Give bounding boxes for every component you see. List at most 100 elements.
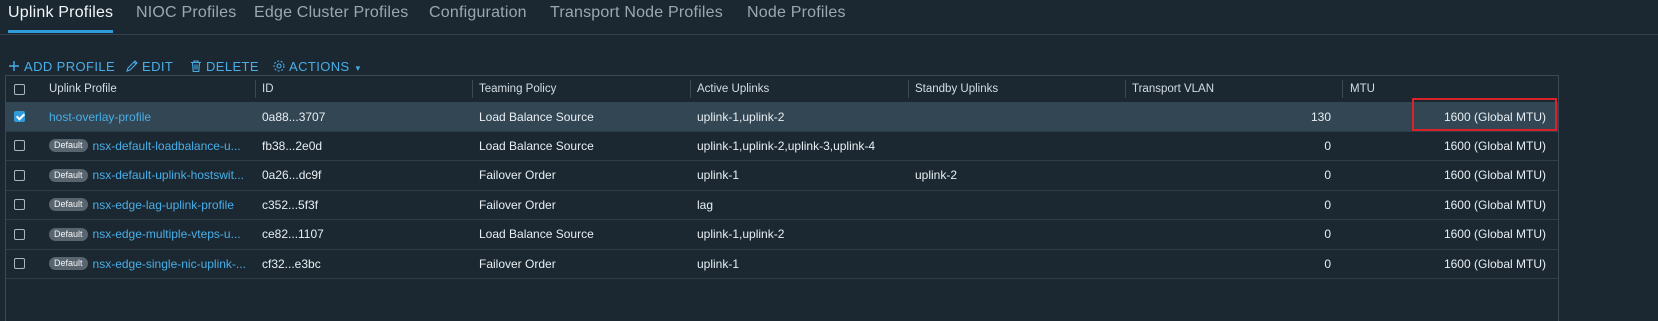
transport-vlan-cell: 0 xyxy=(1324,138,1331,153)
profile-name-link[interactable]: nsx-edge-single-nic-uplink-... xyxy=(93,257,246,271)
select-all-checkbox[interactable] xyxy=(14,83,25,95)
column-divider[interactable] xyxy=(1125,80,1126,98)
teaming-policy-cell: Load Balance Source xyxy=(479,109,594,124)
mtu-highlight-box xyxy=(1412,98,1557,131)
tab-node-profiles[interactable]: Node Profiles xyxy=(747,2,846,32)
add-profile-label: ADD PROFILE xyxy=(24,59,116,74)
profile-name-cell: Default nsx-default-uplink-hostswit... xyxy=(49,161,254,190)
id-cell: 0a26...dc9f xyxy=(262,168,322,183)
standby-uplinks-cell: uplink-2 xyxy=(915,168,958,183)
header-active-uplinks[interactable]: Active Uplinks xyxy=(697,76,897,102)
row-checkbox[interactable] xyxy=(14,111,25,122)
id-cell: c352...5f3f xyxy=(262,197,319,212)
edit-label: EDIT xyxy=(142,59,174,74)
active-uplinks-cell: uplink-1,uplink-2 xyxy=(697,109,785,124)
table-row[interactable]: Default nsx-default-loadbalance-u... fb38.… xyxy=(6,131,1558,162)
row-select-cell xyxy=(14,131,34,160)
row-checkbox[interactable] xyxy=(14,228,25,240)
tab-nioc-profiles[interactable]: NIOC Profiles xyxy=(136,2,236,32)
standby-uplinks-cell xyxy=(915,220,1120,249)
id-cell: 0a88...3707 xyxy=(262,109,326,124)
tab-uplink-profiles[interactable]: Uplink Profiles xyxy=(8,2,114,33)
header-transport-vlan[interactable]: Transport VLAN xyxy=(1132,76,1332,102)
row-select-cell xyxy=(14,102,34,131)
row-checkbox[interactable] xyxy=(14,258,25,269)
tab-configuration[interactable]: Configuration xyxy=(429,2,527,32)
transport-vlan-cell: 130 xyxy=(1310,109,1331,124)
profile-name-cell: Default nsx-default-loadbalance-u... xyxy=(49,131,254,160)
profile-name-link[interactable]: nsx-edge-lag-uplink-profile xyxy=(93,198,234,212)
row-select-cell xyxy=(14,190,34,219)
table-row[interactable]: Default nsx-edge-multiple-vteps-u... ce82.… xyxy=(6,220,1558,250)
active-uplinks-cell: uplink-1,uplink-2 xyxy=(697,227,785,242)
teaming-policy-cell: Load Balance Source xyxy=(479,138,594,153)
active-uplinks-cell: lag xyxy=(697,197,714,212)
profile-name-cell: Default nsx-edge-single-nic-uplink-... xyxy=(49,249,254,278)
header-standby-uplinks[interactable]: Standby Uplinks xyxy=(915,76,1115,102)
trash-icon xyxy=(189,59,203,73)
select-all-cell xyxy=(14,76,34,102)
column-divider[interactable] xyxy=(255,80,256,98)
default-badge: Default xyxy=(49,227,88,241)
standby-uplinks-cell xyxy=(915,190,1120,219)
mtu-cell: 1600 (Global MTU) xyxy=(1443,197,1546,212)
teaming-policy-cell: Failover Order xyxy=(479,197,556,212)
mtu-cell: 1600 (Global MTU) xyxy=(1443,256,1546,271)
standby-uplinks-cell xyxy=(915,249,1120,278)
id-cell: cf32...e3bc xyxy=(262,256,321,271)
teaming-policy-cell: Failover Order xyxy=(479,168,556,183)
column-divider[interactable] xyxy=(472,80,473,98)
table-row[interactable]: host-overlay-profile 0a88...3707 Load Bala… xyxy=(6,102,1558,132)
transport-vlan-cell: 0 xyxy=(1324,197,1331,212)
header-uplink-profile[interactable]: Uplink Profile xyxy=(49,76,249,102)
table-row[interactable]: Default nsx-default-uplink-hostswit... 0a2… xyxy=(6,161,1558,191)
row-select-cell xyxy=(14,161,34,190)
row-select-cell xyxy=(14,220,34,249)
mtu-cell: 1600 (Global MTU) xyxy=(1443,168,1546,183)
actions-label: ACTIONS xyxy=(289,59,350,74)
transport-vlan-cell: 0 xyxy=(1324,168,1331,183)
profile-name-link[interactable]: nsx-default-loadbalance-u... xyxy=(93,139,241,153)
mtu-cell: 1600 (Global MTU) xyxy=(1443,227,1546,242)
default-badge: Default xyxy=(49,168,88,182)
row-checkbox[interactable] xyxy=(14,169,25,181)
default-badge: Default xyxy=(49,198,88,212)
standby-uplinks-cell xyxy=(915,131,1120,160)
default-badge: Default xyxy=(49,257,88,270)
profile-name-cell: host-overlay-profile xyxy=(49,102,254,131)
table-row[interactable]: Default nsx-edge-lag-uplink-profile c352..… xyxy=(6,190,1558,221)
row-checkbox[interactable] xyxy=(14,199,25,211)
id-cell: fb38...2e0d xyxy=(262,138,323,153)
profile-name-link[interactable]: nsx-default-uplink-hostswit... xyxy=(93,168,244,182)
profile-tabs: Uplink Profiles NIOC Profiles Edge Clust… xyxy=(0,0,1658,35)
tab-transport-node-profiles[interactable]: Transport Node Profiles xyxy=(550,2,723,32)
header-teaming-policy[interactable]: Teaming Policy xyxy=(479,76,679,102)
profile-name-cell: Default nsx-edge-multiple-vteps-u... xyxy=(49,220,254,249)
header-id[interactable]: ID xyxy=(262,76,462,102)
profile-name-link[interactable]: nsx-edge-multiple-vteps-u... xyxy=(93,227,241,241)
table-row[interactable]: Default nsx-edge-single-nic-uplink-... cf3… xyxy=(6,249,1558,279)
teaming-policy-cell: Load Balance Source xyxy=(479,227,594,242)
tab-edge-cluster-profiles[interactable]: Edge Cluster Profiles xyxy=(254,2,409,32)
row-checkbox[interactable] xyxy=(14,140,25,152)
delete-label: DELETE xyxy=(206,59,259,74)
gear-icon xyxy=(272,59,286,73)
standby-uplinks-cell xyxy=(915,102,1120,131)
table-header: Uplink Profile ID Teaming Policy Active … xyxy=(6,76,1558,103)
row-select-cell xyxy=(14,249,34,278)
column-divider[interactable] xyxy=(1342,80,1343,98)
profile-name-cell: Default nsx-edge-lag-uplink-profile xyxy=(49,190,254,219)
transport-vlan-cell: 0 xyxy=(1324,256,1331,271)
chevron-down-icon: ▾ xyxy=(355,63,361,73)
uplink-profiles-table: Uplink Profile ID Teaming Policy Active … xyxy=(5,75,1559,321)
plus-icon xyxy=(7,59,21,73)
id-cell: ce82...1107 xyxy=(262,227,324,242)
column-divider[interactable] xyxy=(908,80,909,98)
transport-vlan-cell: 0 xyxy=(1324,227,1331,242)
teaming-policy-cell: Failover Order xyxy=(479,256,556,271)
profile-name-link[interactable]: host-overlay-profile xyxy=(49,110,151,124)
active-uplinks-cell: uplink-1 xyxy=(697,168,740,183)
column-divider[interactable] xyxy=(690,80,691,98)
mtu-cell: 1600 (Global MTU) xyxy=(1443,138,1546,153)
default-badge: Default xyxy=(49,139,88,153)
